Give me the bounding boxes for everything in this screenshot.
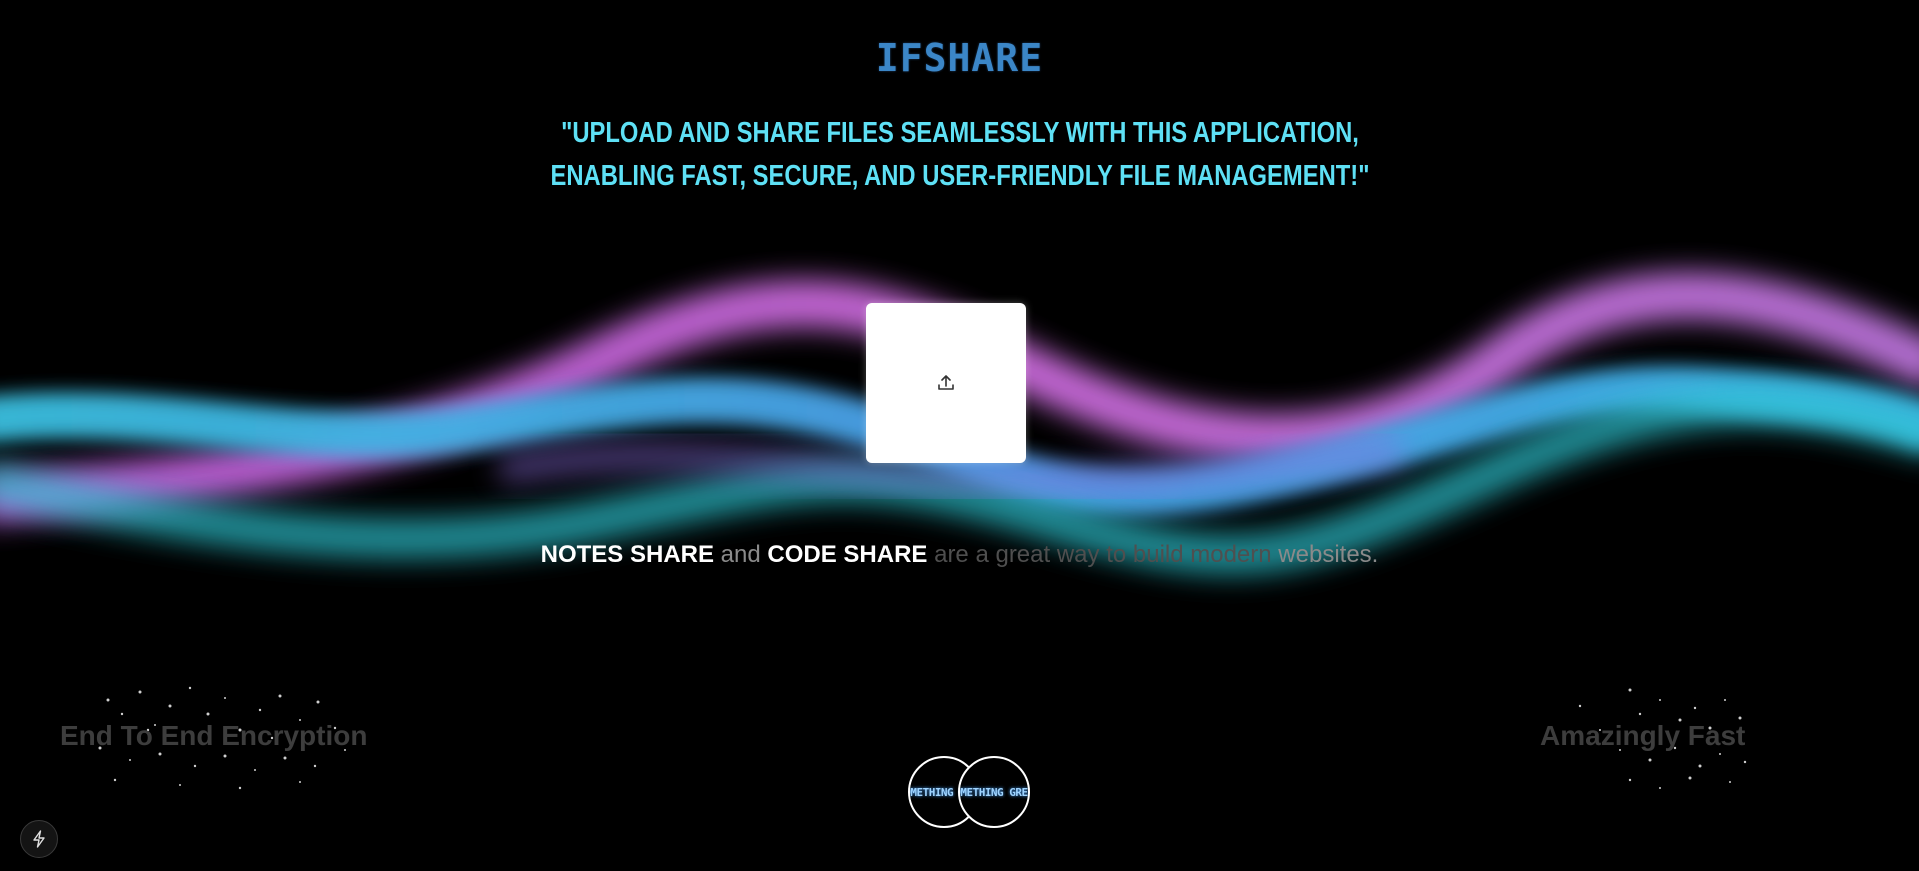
avatar[interactable]: SOMETHING GREAT (958, 756, 1030, 828)
feature-encryption: End To End Encryption (60, 720, 368, 751)
bolt-icon (33, 830, 45, 848)
brand-logo: IFSHARE (875, 36, 1044, 80)
upload-dropzone[interactable] (866, 303, 1026, 463)
bolt-button[interactable] (20, 820, 58, 858)
and-text: and (720, 541, 761, 568)
feature-subline: NOTES SHARE and CODE SHARE are a great w… (0, 541, 1919, 569)
landing-page: IFSHARE "Upload and share files seamless… (0, 0, 1919, 871)
code-share-label: CODE SHARE (767, 541, 928, 568)
notes-share-label: NOTES SHARE (540, 541, 714, 568)
subline-text-1: are a (934, 541, 989, 568)
feature-speed: Amazingly Fast (1540, 720, 1746, 751)
upload-icon (938, 375, 954, 390)
avatar-group: SOMETHING GREAT SOMETHING GREAT (908, 756, 1032, 828)
avatar-label: SOMETHING GREAT (960, 785, 1028, 799)
subline-text-2: great way to build modern (995, 541, 1272, 568)
tagline: "Upload and share files seamlessly with … (550, 117, 1370, 192)
subline-text-3: websites. (1278, 541, 1379, 568)
